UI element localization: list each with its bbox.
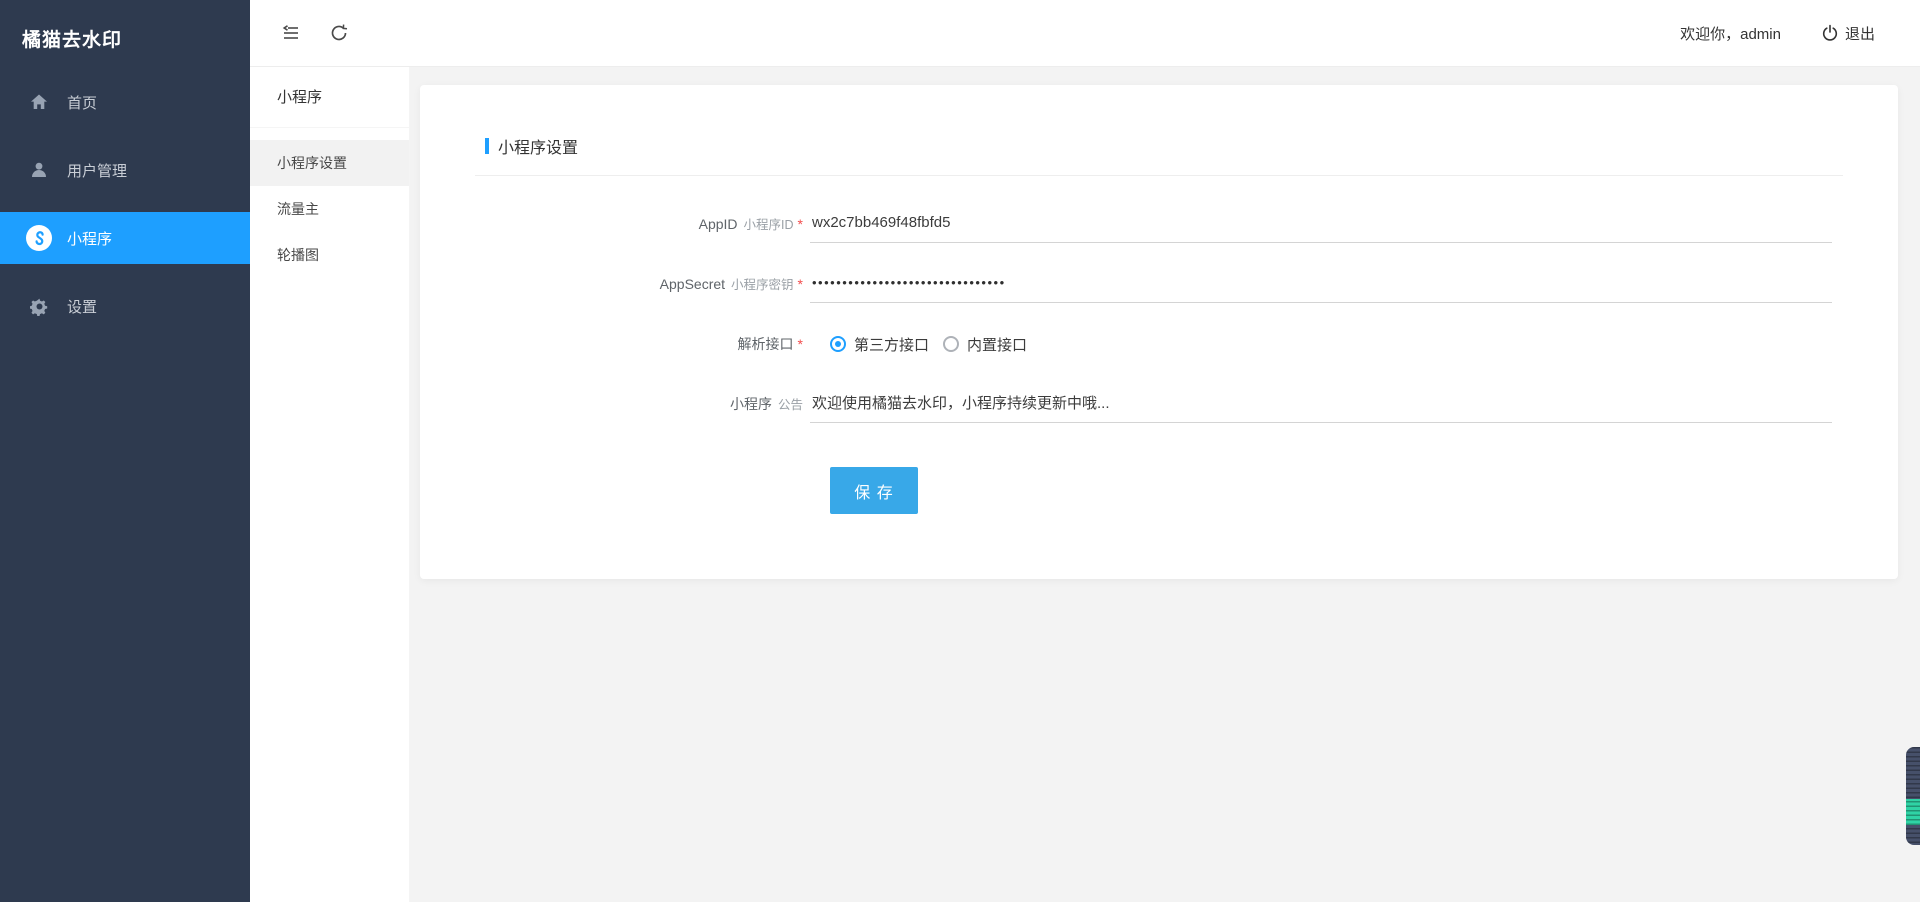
extension-handle-stripes [1906,747,1920,845]
api-label: 解析接口* [475,334,803,354]
appsecret-input[interactable] [810,265,1832,303]
submenu-item-carousel[interactable]: 轮播图 [250,232,409,278]
submenu-item-miniprogram-settings[interactable]: 小程序设置 [250,140,409,186]
sidebar-item-users[interactable]: 用户管理 [0,144,250,196]
sidebar-item-label: 首页 [67,92,97,113]
appid-row: AppID小程序ID* [475,205,1843,243]
appid-label: AppID小程序ID* [475,214,803,234]
app-logo: 橘猫去水印 [0,0,250,76]
radio-builtin-api[interactable]: 内置接口 [943,334,1027,355]
notice-label: 小程序公告 [475,394,803,414]
sidebar-item-home[interactable]: 首页 [0,76,250,128]
logout-label: 退出 [1845,23,1875,44]
power-icon [1821,24,1839,42]
required-asterisk: * [798,216,803,232]
settings-form: AppID小程序ID* AppSecret小程序密钥* [475,205,1843,514]
page-title: 小程序设置 [498,134,578,158]
appsecret-label: AppSecret小程序密钥* [475,274,803,294]
card-header: 小程序设置 [485,85,1843,158]
refresh-icon[interactable] [328,22,350,44]
radio-selected-icon [830,336,846,352]
appid-input[interactable] [810,205,1832,243]
body-row: 小程序 小程序设置 流量主 轮播图 小程序设置 [250,67,1920,902]
sidebar-item-label: 设置 [67,296,97,317]
gear-icon [26,293,52,319]
accent-bar [485,138,489,154]
extension-side-handle[interactable] [1906,747,1920,845]
api-radio-group: 第三方接口 内置接口 [810,334,1041,355]
required-asterisk: * [798,276,803,292]
notice-input[interactable] [810,385,1832,423]
topbar: 欢迎你，admin 退出 [250,0,1920,67]
save-row: 保 存 [475,467,1843,514]
api-row: 解析接口* 第三方接口 内置接口 [475,325,1843,363]
submenu: 小程序 小程序设置 流量主 轮播图 [250,67,410,902]
user-icon [26,157,52,183]
content-area: 小程序设置 AppID小程序ID* [410,67,1920,902]
required-asterisk: * [798,336,803,352]
submenu-header-miniprogram[interactable]: 小程序 [250,67,409,128]
radio-unselected-icon [943,336,959,352]
appsecret-row: AppSecret小程序密钥* [475,265,1843,303]
sidebar: 橘猫去水印 首页 用户管理 [0,0,250,902]
logout-button[interactable]: 退出 [1821,23,1875,44]
app-root: 橘猫去水印 首页 用户管理 [0,0,1920,902]
collapse-sidebar-icon[interactable] [280,22,302,44]
welcome-text: 欢迎你，admin [1680,23,1781,44]
main-column: 欢迎你，admin 退出 小程序 小程序设置 流量主 轮播图 [250,0,1920,902]
sidebar-item-settings[interactable]: 设置 [0,280,250,332]
radio-thirdparty-api[interactable]: 第三方接口 [830,334,929,355]
miniprogram-icon [26,225,52,251]
save-button[interactable]: 保 存 [830,467,918,514]
sidebar-item-label: 小程序 [67,228,112,249]
sidebar-item-miniprogram[interactable]: 小程序 [0,212,250,264]
settings-card: 小程序设置 AppID小程序ID* [420,85,1898,579]
submenu-item-traffic[interactable]: 流量主 [250,186,409,232]
home-icon [26,89,52,115]
sidebar-item-label: 用户管理 [67,160,127,181]
notice-row: 小程序公告 [475,385,1843,423]
divider [475,175,1843,176]
